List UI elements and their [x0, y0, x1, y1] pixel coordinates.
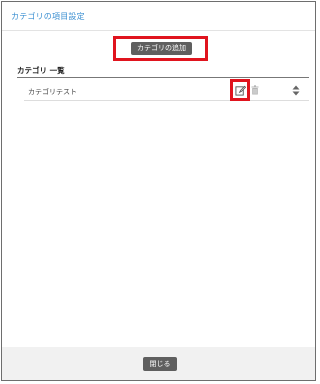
dialog-footer: 閉じる [2, 347, 315, 380]
list-item-label: カテゴリテスト [28, 88, 77, 96]
sort-icon[interactable] [292, 85, 300, 96]
edit-button-highlight [230, 79, 250, 101]
list-item: カテゴリテスト [24, 79, 309, 101]
add-category-button[interactable]: カテゴリの追加 [131, 42, 192, 55]
dialog-header: カテゴリの項目設定 [2, 2, 315, 31]
trash-icon[interactable] [251, 85, 259, 95]
category-settings-dialog: カテゴリの項目設定 カテゴリの追加 カテゴリ 一覧 カテゴリテスト 閉じる [1, 1, 316, 381]
edit-icon[interactable] [235, 85, 246, 96]
add-button-highlight: カテゴリの追加 [113, 36, 208, 61]
dialog-title: カテゴリの項目設定 [11, 12, 85, 21]
close-button[interactable]: 閉じる [143, 357, 177, 371]
category-list-heading: カテゴリ 一覧 [17, 66, 65, 75]
heading-divider [17, 77, 309, 78]
